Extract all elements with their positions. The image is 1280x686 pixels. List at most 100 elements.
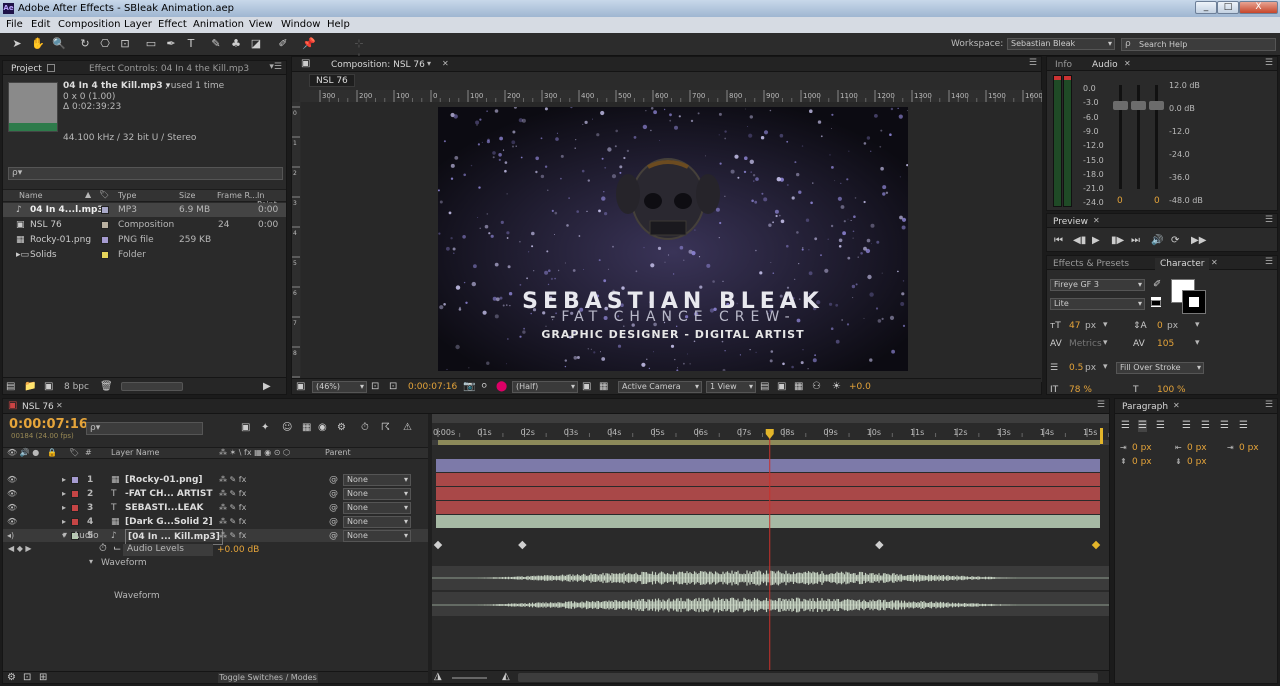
always-preview-icon[interactable]: ▣ <box>296 381 305 393</box>
parent-dropdown[interactable]: None ▾ <box>343 516 411 528</box>
eraser-tool-icon[interactable]: ◪ <box>249 37 263 51</box>
close-tab-icon[interactable]: ✕ <box>1211 258 1218 267</box>
channel-icon[interactable]: ⬤ <box>496 381 507 393</box>
close-tab-icon[interactable]: ✕ <box>1173 401 1180 410</box>
tab-audio[interactable]: Audio <box>1092 59 1118 71</box>
pickwhip-icon[interactable]: @ <box>329 515 338 529</box>
tab-paragraph[interactable]: Paragraph <box>1122 401 1168 413</box>
audio-twirl-icon[interactable]: ▾ <box>63 530 67 539</box>
layer-row[interactable]: 👁 ▸ 2 T -FAT CH... ARTIST ⁂ ✎ fx @ None ▾ <box>3 487 428 500</box>
magnification-dropdown[interactable]: (46%) ▾ <box>312 381 367 393</box>
graph-icon[interactable]: ⌙ <box>113 543 121 555</box>
layer-label-swatch[interactable] <box>71 476 79 484</box>
keyframe-diamond[interactable] <box>1091 540 1101 550</box>
layer-switches[interactable]: ⁂ ✎ fx <box>219 487 246 501</box>
resolution-dropdown[interactable]: (Half) ▾ <box>512 381 578 393</box>
panel-menu-icon[interactable]: ▾☰ <box>269 62 282 72</box>
left-volume-slider[interactable] <box>1113 101 1128 110</box>
stroke-mode-dropdown[interactable]: Fill Over Stroke ▾ <box>1116 362 1204 374</box>
kerning-value[interactable]: Metrics <box>1069 339 1102 349</box>
align-left-icon[interactable]: ☰ <box>1121 420 1130 432</box>
parent-dropdown[interactable]: None ▾ <box>343 502 411 514</box>
rotate-tool-icon[interactable]: ↻ <box>78 37 92 51</box>
puppet-pin-tool-icon[interactable]: 📌 <box>302 37 316 51</box>
col-parent[interactable]: Parent <box>325 448 351 457</box>
horizontal-scale-value[interactable]: 100 % <box>1157 385 1186 395</box>
visibility-eye-icon[interactable]: 👁 <box>7 473 17 487</box>
brainstorm-icon[interactable]: ⚙ <box>337 422 346 434</box>
keyframe-diamond[interactable] <box>433 540 443 550</box>
master-volume-slider[interactable] <box>1131 101 1146 110</box>
justify-all-icon[interactable]: ☰ <box>1239 420 1248 432</box>
bpc-label[interactable]: 8 bpc <box>64 382 89 392</box>
lock-icon[interactable]: ▣ <box>301 58 310 70</box>
clone-stamp-tool-icon[interactable]: ♣ <box>229 37 243 51</box>
selected-item-name[interactable]: 04 In 4 the Kill.mp3 ▾ <box>63 81 170 91</box>
label-swatch[interactable] <box>101 221 109 229</box>
playhead-handle[interactable] <box>765 429 774 439</box>
visibility-eye-icon[interactable]: 👁 <box>7 487 17 501</box>
layer-switches[interactable]: ⁂ ✎ fx <box>219 515 246 529</box>
eyedropper-icon[interactable]: ✐ <box>1153 279 1161 291</box>
col-frame-rate[interactable]: Frame R... <box>217 191 257 200</box>
layer-switches[interactable]: ⁂ ✎ fx <box>219 529 246 543</box>
draft-3d-icon[interactable]: ✦ <box>261 422 269 434</box>
leading-arrow-icon[interactable]: ▾ <box>1195 320 1200 330</box>
fast-previews-icon[interactable]: ▣ <box>777 381 786 393</box>
rectangle-tool-icon[interactable]: ▭ <box>144 37 158 51</box>
pen-tool-icon[interactable]: ✒ <box>164 37 178 51</box>
layer-duration-bar[interactable] <box>436 501 1100 514</box>
close-tab-icon[interactable]: ✕ <box>56 401 63 410</box>
loop-icon[interactable]: ⟳ <box>1171 235 1179 247</box>
col-layer-name[interactable]: Layer Name <box>111 448 159 457</box>
roto-brush-tool-icon[interactable]: ✐ <box>276 37 290 51</box>
font-family-dropdown[interactable]: Fireye GF 3 ▾ <box>1050 279 1145 291</box>
exposure-value[interactable]: +0.0 <box>849 382 871 392</box>
black-swatch[interactable] <box>1151 300 1161 306</box>
camera-tool-icon[interactable]: ⎔ <box>98 37 112 51</box>
workspace-dropdown[interactable]: Sebastian Bleak ▾ <box>1007 38 1115 50</box>
region-of-interest-icon[interactable]: ▣ <box>582 381 591 393</box>
align-right-icon[interactable]: ☰ <box>1156 420 1165 432</box>
menu-effect[interactable]: Effect <box>158 17 187 33</box>
audio-levels-value[interactable]: +0.00 dB <box>217 545 259 555</box>
justify-right-icon[interactable]: ☰ <box>1220 420 1229 432</box>
search-help-field[interactable]: ρ Search Help <box>1121 38 1276 51</box>
toggle-pixel-aspect-icon[interactable]: ▤ <box>760 381 769 393</box>
visibility-eye-icon[interactable]: 👁 <box>7 515 17 529</box>
audio-panel-menu-icon[interactable]: ☰ <box>1265 58 1273 68</box>
timeline-panel-menu-icon[interactable]: ☰ <box>1097 400 1105 410</box>
character-panel-menu-icon[interactable]: ☰ <box>1265 257 1273 267</box>
layer-switches[interactable]: ⁂ ✎ fx <box>219 501 246 515</box>
expand-modes-icon[interactable]: ⊡ <box>23 672 31 684</box>
ram-preview-icon[interactable]: ▶▶ <box>1191 235 1206 247</box>
audio-group-label[interactable]: Audio <box>73 531 99 541</box>
close-tab-icon[interactable]: ✕ <box>1093 216 1100 225</box>
pickwhip-icon[interactable]: @ <box>329 487 338 501</box>
menu-composition[interactable]: Composition <box>58 17 120 33</box>
parent-dropdown[interactable]: None ▾ <box>343 530 411 542</box>
auto-keyframe-icon[interactable]: ⏱ <box>361 422 369 434</box>
mask-visibility-icon[interactable]: ⊡ <box>389 381 397 393</box>
close-button[interactable]: X <box>1239 1 1278 14</box>
new-folder-icon[interactable]: 📁 <box>24 381 36 393</box>
layer-twirl-icon[interactable]: ▸ <box>62 473 66 487</box>
menu-file[interactable]: File <box>6 17 23 33</box>
prev-frame-icon[interactable]: ◀▮ <box>1073 235 1086 247</box>
tracking-arrow-icon[interactable]: ▾ <box>1195 338 1200 348</box>
layer-twirl-icon[interactable]: ▸ <box>62 515 66 529</box>
col-size[interactable]: Size <box>179 191 195 200</box>
layer-row[interactable]: 👁 ▸ 1 ▦ [Rocky-01.png] ⁂ ✎ fx @ None ▾ <box>3 473 428 486</box>
justify-left-icon[interactable]: ☰ <box>1182 420 1191 432</box>
safe-zones-icon[interactable]: ⊡ <box>371 381 379 393</box>
tab-timeline[interactable]: NSL 76 <box>22 401 54 413</box>
project-item-row[interactable]: ▣ NSL 76 Composition 24 0:00 <box>3 218 286 232</box>
work-area-range[interactable] <box>438 440 1100 445</box>
right-volume-slider[interactable] <box>1149 101 1164 110</box>
layer-duration-bar[interactable] <box>436 515 1100 528</box>
maximize-button[interactable]: □ <box>1217 1 1239 14</box>
camera-view-dropdown[interactable]: Active Camera ▾ <box>618 381 702 393</box>
comp-breadcrumb[interactable]: NSL 76 <box>309 74 355 87</box>
zoom-tool-icon[interactable]: 🔍 <box>52 37 66 51</box>
project-item-row[interactable]: ▦ Rocky-01.png PNG file 259 KB <box>3 233 286 247</box>
